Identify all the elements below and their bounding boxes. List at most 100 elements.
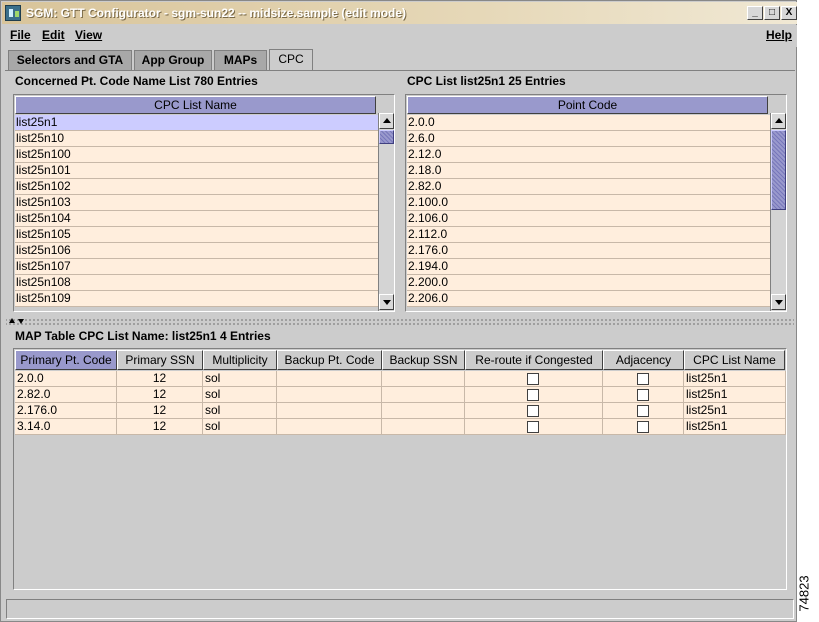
col-backup-pt-code[interactable]: Backup Pt. Code: [277, 350, 382, 370]
col-multiplicity[interactable]: Multiplicity: [203, 350, 277, 370]
table-cell[interactable]: list25n1: [684, 387, 786, 403]
table-cell[interactable]: [603, 403, 684, 419]
col-backup-ssn[interactable]: Backup SSN: [382, 350, 465, 370]
table-cell[interactable]: [465, 371, 603, 387]
table-cell[interactable]: sol: [203, 371, 277, 387]
table-cell[interactable]: [465, 403, 603, 419]
list-item[interactable]: 2.100.0: [407, 195, 770, 211]
col-primary-pt-code[interactable]: Primary Pt. Code: [15, 350, 117, 370]
adjacency-checkbox[interactable]: [637, 373, 649, 385]
table-cell[interactable]: [277, 419, 382, 435]
table-cell[interactable]: [382, 419, 465, 435]
table-cell[interactable]: [277, 403, 382, 419]
list-item[interactable]: list25n109: [15, 291, 378, 307]
tab-app-group[interactable]: App Group: [134, 50, 212, 70]
table-row[interactable]: 2.82.0 12 sol list25n1: [15, 387, 786, 403]
table-cell[interactable]: 2.0.0: [15, 371, 117, 387]
reroute-checkbox[interactable]: [527, 421, 539, 433]
list-item[interactable]: list25n103: [15, 195, 378, 211]
table-cell[interactable]: [382, 371, 465, 387]
list-item[interactable]: 2.194.0: [407, 259, 770, 275]
list-item[interactable]: list25n102: [15, 179, 378, 195]
cpc-names-scrollbar[interactable]: [378, 113, 394, 311]
menu-file[interactable]: File: [10, 28, 31, 42]
table-cell[interactable]: 12: [117, 403, 203, 419]
collapse-up-icon[interactable]: [9, 318, 15, 323]
menu-edit[interactable]: Edit: [42, 28, 65, 42]
table-cell[interactable]: sol: [203, 403, 277, 419]
scroll-down-icon[interactable]: [771, 294, 786, 310]
adjacency-checkbox[interactable]: [637, 421, 649, 433]
minimize-button[interactable]: _: [747, 6, 763, 20]
table-row[interactable]: 3.14.0 12 sol list25n1: [15, 419, 786, 435]
col-cpc-list-name[interactable]: CPC List Name: [684, 350, 785, 370]
reroute-checkbox[interactable]: [527, 405, 539, 417]
table-cell[interactable]: 12: [117, 387, 203, 403]
split-pane-divider[interactable]: [6, 317, 794, 325]
list-item[interactable]: 2.6.0: [407, 131, 770, 147]
scroll-up-icon[interactable]: [379, 113, 394, 129]
col-primary-ssn[interactable]: Primary SSN: [117, 350, 203, 370]
table-row[interactable]: 2.176.0 12 sol list25n1: [15, 403, 786, 419]
table-cell[interactable]: 12: [117, 371, 203, 387]
list-item[interactable]: list25n108: [15, 275, 378, 291]
scroll-thumb[interactable]: [771, 130, 786, 210]
list-item[interactable]: 2.176.0: [407, 243, 770, 259]
list-item[interactable]: list25n1: [15, 115, 378, 131]
table-cell[interactable]: 2.82.0: [15, 387, 117, 403]
col-reroute-if-congested[interactable]: Re-route if Congested: [465, 350, 603, 370]
reroute-checkbox[interactable]: [527, 389, 539, 401]
table-cell[interactable]: 3.14.0: [15, 419, 117, 435]
cpc-list-scrollbar[interactable]: [770, 113, 786, 311]
table-cell[interactable]: [277, 387, 382, 403]
list-item[interactable]: 2.106.0: [407, 211, 770, 227]
tab-maps[interactable]: MAPs: [214, 50, 267, 70]
table-cell[interactable]: [382, 403, 465, 419]
adjacency-checkbox[interactable]: [637, 405, 649, 417]
scroll-thumb[interactable]: [379, 130, 394, 144]
tab-selectors-and-gta[interactable]: Selectors and GTA: [8, 50, 132, 70]
list-item[interactable]: list25n100: [15, 147, 378, 163]
table-cell[interactable]: [603, 419, 684, 435]
close-button[interactable]: X: [781, 6, 797, 20]
collapse-down-icon[interactable]: [18, 319, 24, 324]
menu-help[interactable]: Help: [766, 28, 792, 42]
adjacency-checkbox[interactable]: [637, 389, 649, 401]
table-cell[interactable]: [382, 387, 465, 403]
reroute-checkbox[interactable]: [527, 373, 539, 385]
list-item[interactable]: list25n106: [15, 243, 378, 259]
scroll-down-icon[interactable]: [379, 294, 394, 310]
table-cell[interactable]: sol: [203, 419, 277, 435]
list-item[interactable]: 2.82.0: [407, 179, 770, 195]
list-item[interactable]: 2.0.0: [407, 115, 770, 131]
list-item[interactable]: list25n101: [15, 163, 378, 179]
table-cell[interactable]: 12: [117, 419, 203, 435]
list-item[interactable]: 2.206.0: [407, 291, 770, 307]
table-cell[interactable]: list25n1: [684, 403, 786, 419]
list-item[interactable]: 2.112.0: [407, 227, 770, 243]
list-item[interactable]: list25n105: [15, 227, 378, 243]
table-cell[interactable]: list25n1: [684, 419, 786, 435]
title-bar[interactable]: SGM: GTT Configurator - sgm-sun22 -- mid…: [2, 2, 797, 24]
table-cell[interactable]: [603, 387, 684, 403]
table-cell[interactable]: list25n1: [684, 371, 786, 387]
table-cell[interactable]: [277, 371, 382, 387]
table-cell[interactable]: [603, 371, 684, 387]
list-item[interactable]: 2.18.0: [407, 163, 770, 179]
list-item[interactable]: list25n107: [15, 259, 378, 275]
scroll-up-icon[interactable]: [771, 113, 786, 129]
tab-cpc[interactable]: CPC: [269, 49, 313, 71]
list-item[interactable]: 2.12.0: [407, 147, 770, 163]
list-item[interactable]: list25n104: [15, 211, 378, 227]
point-code-header[interactable]: Point Code: [407, 96, 768, 114]
menu-view[interactable]: View: [75, 28, 102, 42]
table-cell[interactable]: 2.176.0: [15, 403, 117, 419]
table-cell[interactable]: [465, 387, 603, 403]
maximize-button[interactable]: □: [764, 6, 780, 20]
table-cell[interactable]: sol: [203, 387, 277, 403]
list-item[interactable]: list25n10: [15, 131, 378, 147]
list-item[interactable]: 2.200.0: [407, 275, 770, 291]
col-adjacency[interactable]: Adjacency: [603, 350, 684, 370]
table-cell[interactable]: [465, 419, 603, 435]
table-row[interactable]: 2.0.0 12 sol list25n1: [15, 371, 786, 387]
